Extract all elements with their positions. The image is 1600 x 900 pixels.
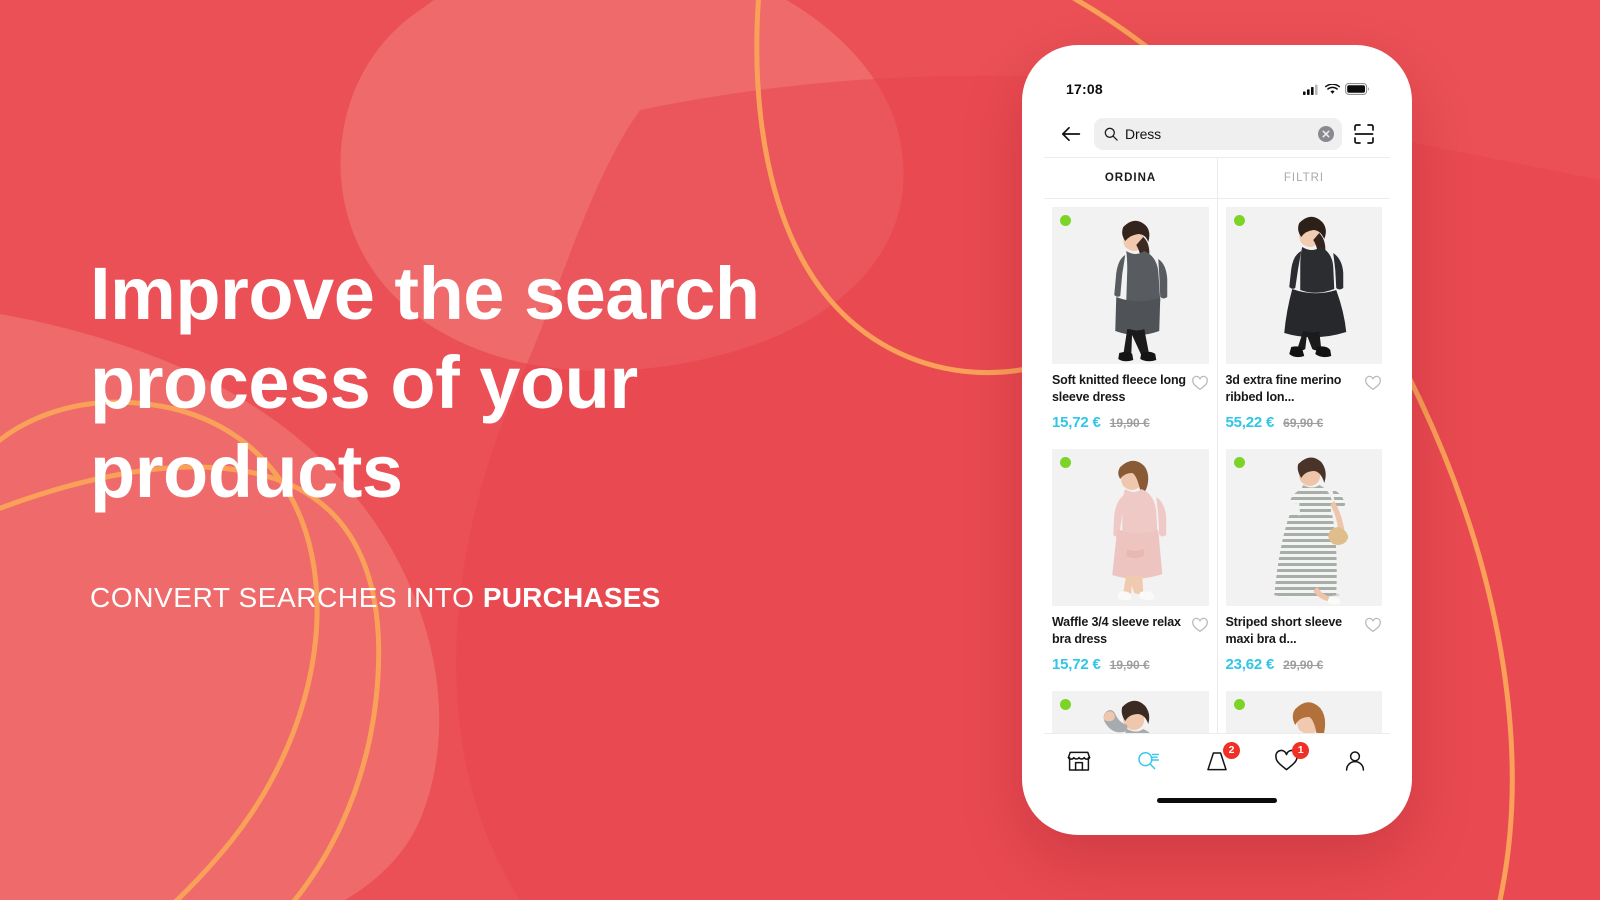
product-price-row: 15,72 € 19,90 € xyxy=(1052,414,1209,431)
product-card[interactable] xyxy=(1217,683,1390,733)
product-image[interactable] xyxy=(1052,207,1209,364)
heart-outline-icon xyxy=(1191,375,1208,391)
home-indicator[interactable] xyxy=(1157,797,1277,803)
favorite-button[interactable] xyxy=(1191,616,1209,634)
phone-screen: 17:08 Dress ORDINA FILTRI Soft knitted f… xyxy=(1044,67,1390,813)
tab-filtri[interactable]: FILTRI xyxy=(1217,158,1390,198)
product-price: 23,62 € xyxy=(1225,656,1275,673)
nav-bag[interactable]: 2 xyxy=(1182,734,1251,787)
in-stock-dot xyxy=(1060,215,1071,226)
product-title: 3d extra fine merino ribbed lon... xyxy=(1225,373,1342,404)
woman-dark-green-top-figure xyxy=(1228,691,1379,733)
in-stock-dot xyxy=(1233,215,1245,226)
headline-line-3: products xyxy=(90,429,403,513)
woman-black-merino-dress-figure xyxy=(1228,207,1379,364)
search-list-icon xyxy=(1138,751,1159,769)
product-card[interactable]: 3d extra fine merino ribbed lon... 55,22… xyxy=(1217,199,1390,441)
product-price: 15,72 € xyxy=(1052,656,1101,673)
woman-grey-shirt-figure xyxy=(1055,691,1206,733)
scan-button[interactable] xyxy=(1352,122,1376,146)
back-button[interactable] xyxy=(1058,121,1084,147)
status-icons xyxy=(1303,83,1370,95)
in-stock-dot xyxy=(1233,699,1245,710)
nav-profile[interactable] xyxy=(1321,734,1390,787)
page-title: Improve the search process of your produ… xyxy=(90,250,790,516)
product-image[interactable] xyxy=(1225,449,1382,606)
in-stock-dot xyxy=(1060,699,1071,710)
product-card[interactable] xyxy=(1044,683,1217,733)
tab-ordina[interactable]: ORDINA xyxy=(1044,158,1217,198)
product-old-price: 69,90 € xyxy=(1283,416,1324,430)
clear-circle-icon xyxy=(1322,130,1330,138)
product-price-row: 23,62 € 29,90 € xyxy=(1226,656,1383,673)
heart-outline-icon xyxy=(1365,375,1381,391)
product-title-row: Waffle 3/4 sleeve relax bra dress xyxy=(1052,614,1209,647)
search-bar: Dress xyxy=(1044,111,1390,157)
filter-tabs: ORDINA FILTRI xyxy=(1044,157,1390,199)
in-stock-dot xyxy=(1060,457,1071,468)
store-icon xyxy=(1067,751,1090,771)
woman-striped-maxi-dress-figure xyxy=(1228,449,1379,606)
barcode-scan-icon xyxy=(1354,124,1374,144)
product-title: Striped short sleeve maxi bra d... xyxy=(1225,615,1343,646)
heart-outline-icon xyxy=(1191,617,1208,633)
product-image[interactable] xyxy=(1052,449,1209,606)
profile-icon xyxy=(1346,750,1365,771)
product-price-row: 15,72 € 19,90 € xyxy=(1052,656,1209,673)
hero-subtitle: CONVERT SEARCHES INTO PURCHASES xyxy=(90,582,790,614)
search-icon xyxy=(1104,127,1118,141)
product-title: Waffle 3/4 sleeve relax bra dress xyxy=(1052,615,1181,646)
product-title-row: Soft knitted fleece long sleeve dress xyxy=(1052,372,1209,405)
heart-outline-icon xyxy=(1365,617,1381,633)
favorites-badge: 1 xyxy=(1292,742,1310,759)
phone-mockup: 17:08 Dress ORDINA FILTRI Soft knitted f… xyxy=(1022,45,1412,835)
product-card[interactable]: Striped short sleeve maxi bra d... 23,62… xyxy=(1217,441,1390,683)
home-indicator-area xyxy=(1044,787,1390,813)
bag-badge: 2 xyxy=(1223,742,1240,759)
product-old-price: 19,90 € xyxy=(1109,416,1150,430)
headline-line-1: Improve the search xyxy=(90,252,760,335)
product-card[interactable]: Waffle 3/4 sleeve relax bra dress 15,72 … xyxy=(1044,441,1217,683)
subtitle-bold: PURCHASES xyxy=(482,582,661,614)
search-input[interactable]: Dress xyxy=(1094,118,1342,150)
nav-store[interactable] xyxy=(1044,734,1113,787)
product-price: 15,72 € xyxy=(1052,414,1101,431)
product-price: 55,22 € xyxy=(1225,414,1275,431)
product-image[interactable] xyxy=(1225,207,1382,364)
bottom-navigation: 2 1 xyxy=(1044,733,1390,787)
product-grid[interactable]: Soft knitted fleece long sleeve dress 15… xyxy=(1044,199,1390,733)
in-stock-dot xyxy=(1233,457,1245,468)
nav-favorites[interactable]: 1 xyxy=(1252,734,1321,787)
status-bar: 17:08 xyxy=(1044,67,1390,111)
product-image[interactable] xyxy=(1225,691,1382,733)
favorite-button[interactable] xyxy=(1364,374,1382,392)
back-arrow-icon xyxy=(1061,126,1081,142)
product-title: Soft knitted fleece long sleeve dress xyxy=(1052,373,1186,404)
product-image[interactable] xyxy=(1052,691,1209,733)
search-query-text: Dress xyxy=(1125,126,1162,142)
product-price-row: 55,22 € 69,90 € xyxy=(1226,414,1383,431)
woman-grey-knit-dress-figure xyxy=(1055,207,1206,364)
product-title-row: 3d extra fine merino ribbed lon... xyxy=(1226,372,1383,405)
product-title-row: Striped short sleeve maxi bra d... xyxy=(1226,614,1383,647)
clear-search-button[interactable] xyxy=(1318,126,1334,142)
headline-line-2: process of your xyxy=(90,340,638,424)
woman-pink-waffle-dress-figure xyxy=(1055,449,1206,606)
battery-icon xyxy=(1345,83,1370,95)
favorite-button[interactable] xyxy=(1191,374,1209,392)
subtitle-regular: CONVERT SEARCHES INTO xyxy=(90,582,475,614)
nav-search[interactable] xyxy=(1113,734,1182,787)
signal-bars-icon xyxy=(1303,84,1318,95)
hero-copy: Improve the search process of your produ… xyxy=(90,250,790,614)
wifi-icon xyxy=(1325,83,1340,94)
favorite-button[interactable] xyxy=(1364,616,1382,634)
product-old-price: 19,90 € xyxy=(1109,658,1150,672)
status-clock: 17:08 xyxy=(1066,81,1103,97)
product-card[interactable]: Soft knitted fleece long sleeve dress 15… xyxy=(1044,199,1217,441)
product-old-price: 29,90 € xyxy=(1283,658,1324,672)
